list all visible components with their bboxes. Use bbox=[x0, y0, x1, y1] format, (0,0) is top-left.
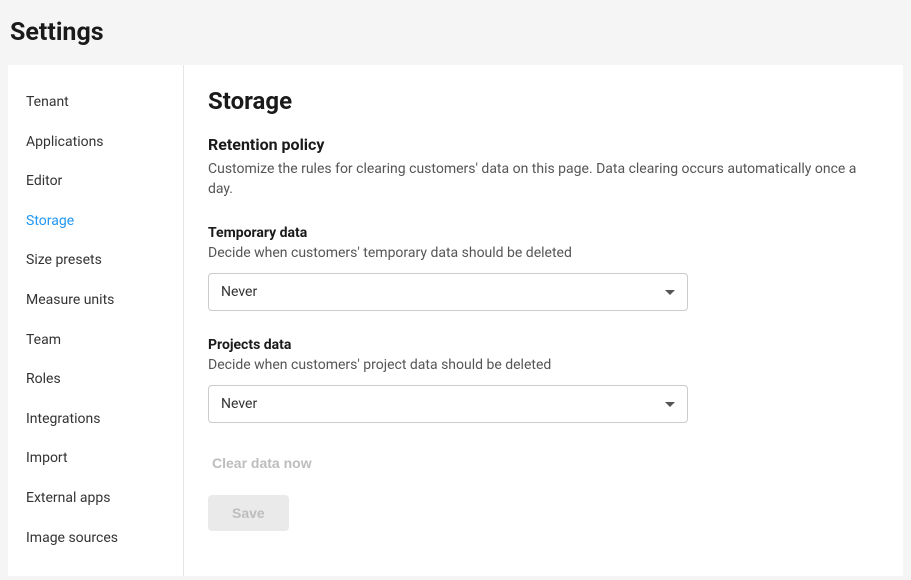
chevron-down-icon bbox=[665, 402, 675, 407]
save-button[interactable]: Save bbox=[208, 495, 289, 531]
page-title: Settings bbox=[10, 18, 901, 47]
sidebar-item-tenant[interactable]: Tenant bbox=[8, 83, 183, 123]
sidebar-item-team[interactable]: Team bbox=[8, 321, 183, 361]
temporary-data-label: Temporary data bbox=[208, 225, 879, 241]
chevron-down-icon bbox=[665, 290, 675, 295]
temporary-data-field: Temporary data Decide when customers' te… bbox=[208, 225, 879, 311]
sidebar-item-integrations[interactable]: Integrations bbox=[8, 400, 183, 440]
temporary-data-description: Decide when customers' temporary data sh… bbox=[208, 245, 879, 261]
projects-data-field: Projects data Decide when customers' pro… bbox=[208, 337, 879, 423]
sidebar-item-size-presets[interactable]: Size presets bbox=[8, 241, 183, 281]
clear-data-now-button[interactable]: Clear data now bbox=[208, 449, 316, 477]
projects-data-label: Projects data bbox=[208, 337, 879, 353]
sidebar-item-image-sources[interactable]: Image sources bbox=[8, 519, 183, 559]
content-card: Tenant Applications Editor Storage Size … bbox=[8, 65, 903, 576]
projects-data-description: Decide when customers' project data shou… bbox=[208, 357, 879, 373]
temporary-data-select-value: Never bbox=[221, 284, 665, 300]
sidebar-item-import[interactable]: Import bbox=[8, 439, 183, 479]
retention-description: Customize the rules for clearing custome… bbox=[208, 160, 879, 199]
main-title: Storage bbox=[208, 87, 879, 115]
retention-heading: Retention policy bbox=[208, 135, 879, 154]
sidebar-item-storage[interactable]: Storage bbox=[8, 202, 183, 242]
sidebar-item-external-apps[interactable]: External apps bbox=[8, 479, 183, 519]
retention-section: Retention policy Customize the rules for… bbox=[208, 135, 879, 199]
sidebar-item-measure-units[interactable]: Measure units bbox=[8, 281, 183, 321]
projects-data-select-value: Never bbox=[221, 396, 665, 412]
settings-sidebar: Tenant Applications Editor Storage Size … bbox=[8, 65, 184, 576]
sidebar-item-roles[interactable]: Roles bbox=[8, 360, 183, 400]
projects-data-select[interactable]: Never bbox=[208, 385, 688, 423]
page-header: Settings bbox=[0, 0, 911, 65]
sidebar-item-applications[interactable]: Applications bbox=[8, 123, 183, 163]
main-panel: Storage Retention policy Customize the r… bbox=[184, 65, 903, 576]
sidebar-item-editor[interactable]: Editor bbox=[8, 162, 183, 202]
temporary-data-select[interactable]: Never bbox=[208, 273, 688, 311]
